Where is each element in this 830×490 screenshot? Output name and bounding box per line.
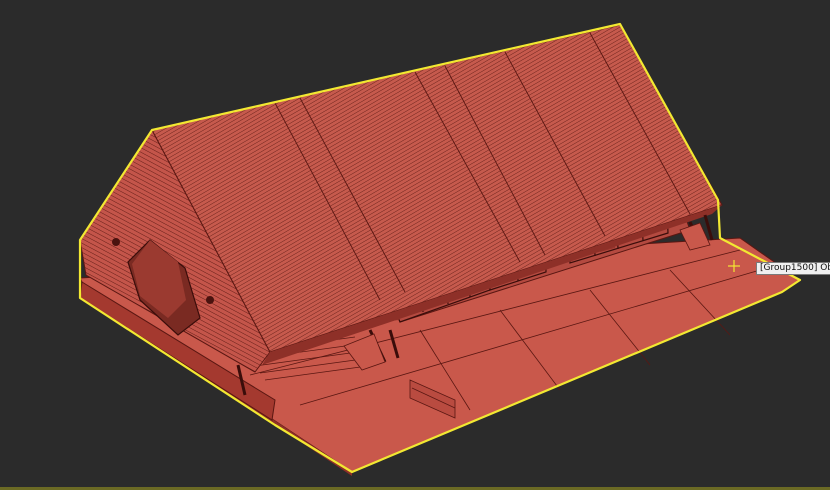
3d-viewport[interactable]: [Group1500] Object bbox=[0, 0, 830, 490]
model-render bbox=[78, 22, 802, 476]
object-tooltip: [Group1500] Object bbox=[756, 262, 830, 275]
